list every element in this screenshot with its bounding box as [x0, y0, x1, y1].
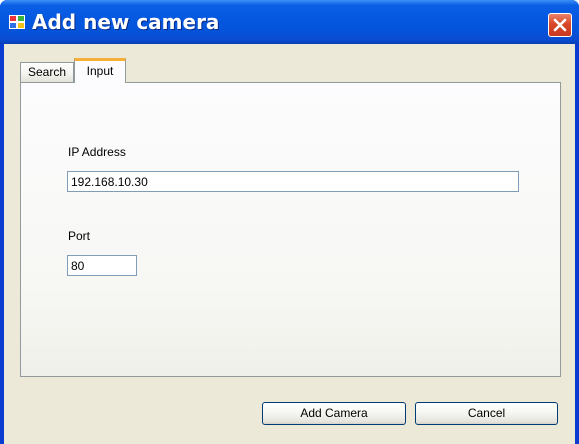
ip-address-label: IP Address — [68, 145, 126, 159]
port-field[interactable]: 80 — [67, 255, 137, 276]
tab-panel-input: IP Address 192.168.10.30 Port 80 — [20, 82, 561, 377]
title-bar[interactable]: Add new camera — [0, 0, 579, 44]
dialog-body: Search Input IP Address 192.168.10.30 Po… — [4, 44, 575, 444]
add-camera-button[interactable]: Add Camera — [262, 402, 406, 425]
dialog-window: Add new camera Search Input IP Address 1… — [0, 0, 579, 444]
close-icon — [553, 18, 567, 32]
cancel-button[interactable]: Cancel — [415, 402, 558, 425]
port-label: Port — [68, 229, 91, 243]
tab-input[interactable]: Input — [74, 58, 126, 83]
window-title: Add new camera — [32, 10, 220, 34]
close-button[interactable] — [548, 13, 572, 37]
ip-address-field[interactable]: 192.168.10.30 — [67, 171, 519, 192]
tab-search[interactable]: Search — [20, 62, 74, 82]
window-app-icon[interactable] — [9, 15, 25, 29]
